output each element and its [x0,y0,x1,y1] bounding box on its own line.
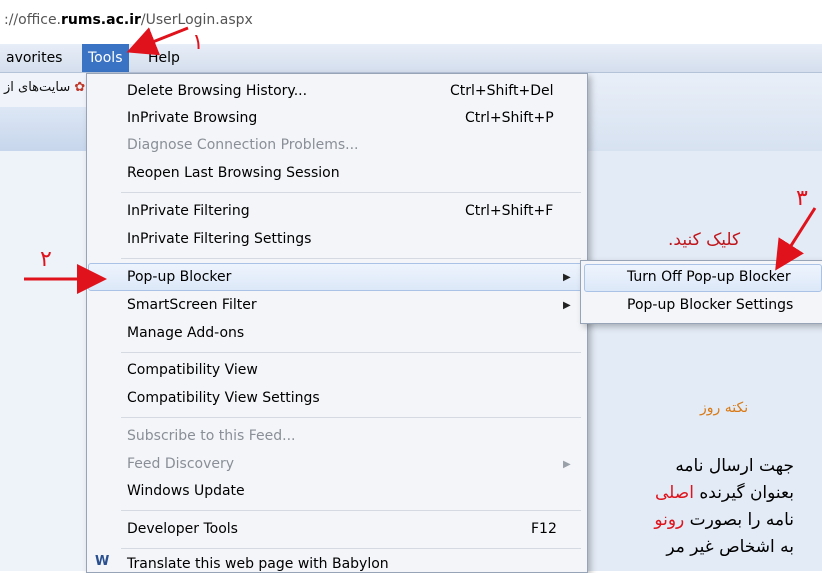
step3-number: ٣ [796,186,808,211]
annotation-arrows [24,26,817,294]
step3-arrow [775,207,817,271]
step1-number: ١ [192,30,204,55]
step1-arrow [126,26,189,56]
step2-number: ٢ [40,247,52,272]
